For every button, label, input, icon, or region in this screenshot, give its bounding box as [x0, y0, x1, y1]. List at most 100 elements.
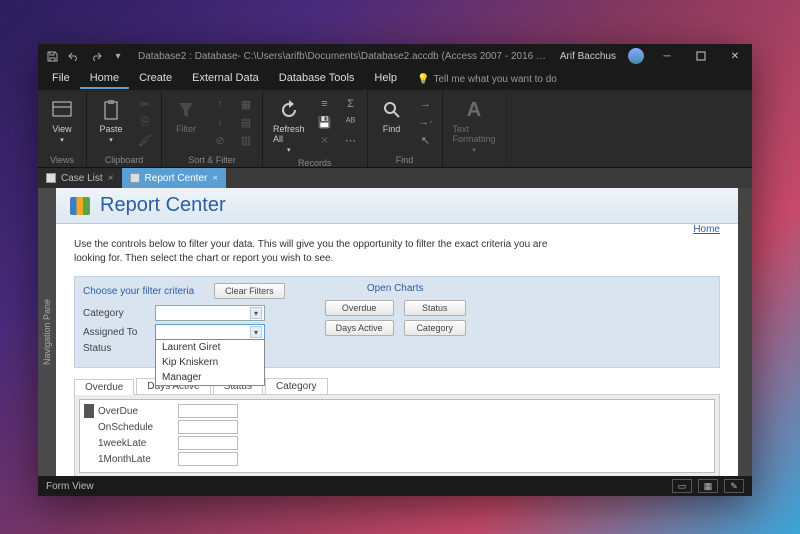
- assigned-to-combo[interactable]: ▾: [155, 324, 265, 340]
- dropdown-option[interactable]: Manager: [156, 370, 264, 385]
- chart-button-status[interactable]: Status: [404, 300, 466, 316]
- instructions-text: Use the controls below to filter your da…: [74, 238, 554, 266]
- remove-sort-icon[interactable]: ⊘: [210, 132, 230, 148]
- subform-record: OverDue OnSchedule 1weekLate 1MonthLate: [79, 399, 715, 473]
- replace-icon[interactable]: →: [416, 96, 436, 112]
- statusbar: Form View ▭ ▦ ✎: [38, 476, 752, 496]
- layout-view-icon[interactable]: ✎: [724, 479, 744, 493]
- criteria-heading: Choose your filter criteria: [83, 286, 194, 297]
- menu-home[interactable]: Home: [80, 69, 129, 89]
- lightbulb-icon: 💡: [417, 74, 429, 85]
- clipboard-icon: [99, 98, 123, 122]
- advanced-filter-icon[interactable]: ▤: [236, 114, 256, 130]
- field-value[interactable]: [178, 404, 238, 418]
- copy-icon[interactable]: ⎘: [135, 114, 155, 130]
- save-record-icon[interactable]: 💾: [315, 114, 335, 130]
- field-value[interactable]: [178, 420, 238, 434]
- status-label: Status: [83, 343, 155, 354]
- form-title: Report Center: [100, 194, 226, 217]
- filter-button[interactable]: Filter: [168, 96, 204, 136]
- minimize-button[interactable]: ─: [650, 44, 684, 68]
- subtab-category[interactable]: Category: [265, 378, 328, 394]
- refresh-all-button[interactable]: Refresh All▾: [269, 96, 309, 156]
- menu-database-tools[interactable]: Database Tools: [269, 69, 365, 89]
- more-records-icon[interactable]: ⋯: [341, 132, 361, 148]
- view-icon: [50, 98, 74, 122]
- app-window: ▾ Database2 : Database- C:\Users\arifb\D…: [38, 44, 752, 496]
- clear-filters-button[interactable]: Clear Filters: [214, 283, 285, 299]
- format-painter-icon[interactable]: 🖌: [135, 132, 155, 148]
- menubar: FileHomeCreateExternal DataDatabase Tool…: [38, 68, 752, 90]
- field-value[interactable]: [178, 452, 238, 466]
- close-button[interactable]: ✕: [718, 44, 752, 68]
- paste-button[interactable]: Paste▾: [93, 96, 129, 146]
- ribbon: View▾ Views Paste▾ ✂ ⎘ 🖌 Clipboard: [38, 90, 752, 168]
- find-button[interactable]: Find: [374, 96, 410, 136]
- tab-case-list[interactable]: Case List×: [38, 168, 122, 188]
- home-link[interactable]: Home: [693, 224, 720, 235]
- new-record-icon[interactable]: ≡: [315, 96, 335, 112]
- qat-dropdown-icon[interactable]: ▾: [112, 50, 124, 62]
- cut-icon[interactable]: ✂: [135, 96, 155, 112]
- form-icon: [46, 173, 56, 183]
- chart-button-overdue[interactable]: Overdue: [325, 300, 394, 316]
- select-icon[interactable]: ↖: [416, 132, 436, 148]
- tab-report-center[interactable]: Report Center×: [122, 168, 227, 188]
- dropdown-option[interactable]: Laurent Giret: [156, 340, 264, 355]
- user-name[interactable]: Arif Bacchus: [554, 51, 622, 62]
- sort-desc-icon[interactable]: ↓: [210, 114, 230, 130]
- dropdown-option[interactable]: Kip Kniskern: [156, 355, 264, 370]
- chart-button-days-active[interactable]: Days Active: [325, 320, 394, 336]
- subtab-overdue[interactable]: Overdue: [74, 379, 134, 395]
- form-bar-icon: [70, 197, 90, 215]
- refresh-icon: [277, 98, 301, 122]
- avatar[interactable]: [628, 48, 644, 64]
- menu-file[interactable]: File: [42, 69, 80, 89]
- menu-external-data[interactable]: External Data: [182, 69, 269, 89]
- text-format-icon: A: [462, 98, 486, 122]
- spelling-icon[interactable]: ᴬᴮ: [341, 114, 361, 130]
- field-label: OnSchedule: [98, 422, 178, 433]
- field-label: 1weekLate: [98, 438, 178, 449]
- form-icon: [130, 173, 140, 183]
- field-value[interactable]: [178, 436, 238, 450]
- undo-icon[interactable]: [68, 50, 80, 62]
- totals-icon[interactable]: Σ: [341, 96, 361, 112]
- save-icon[interactable]: [46, 50, 58, 62]
- category-label: Category: [83, 308, 155, 319]
- menu-help[interactable]: Help: [364, 69, 407, 89]
- toggle-filter-icon[interactable]: ▥: [236, 132, 256, 148]
- tell-me-search[interactable]: 💡 Tell me what you want to do: [407, 74, 567, 85]
- record-selector[interactable]: [84, 404, 94, 418]
- maximize-button[interactable]: [684, 44, 718, 68]
- open-charts-heading: Open Charts: [325, 283, 466, 294]
- goto-icon[interactable]: →·: [416, 114, 436, 130]
- menu-create[interactable]: Create: [129, 69, 182, 89]
- view-button[interactable]: View▾: [44, 96, 80, 146]
- ribbon-group-clipboard: Clipboard: [93, 153, 155, 167]
- status-text: Form View: [46, 481, 94, 492]
- form-view-icon[interactable]: ▭: [672, 479, 692, 493]
- redo-icon[interactable]: [90, 50, 102, 62]
- category-combo[interactable]: ▾: [155, 305, 265, 321]
- window-title: Database2 : Database- C:\Users\arifb\Doc…: [132, 51, 554, 62]
- assigned-to-dropdown: Laurent GiretKip KniskernManager: [155, 339, 265, 386]
- chart-button-category[interactable]: Category: [404, 320, 466, 336]
- search-icon: [380, 98, 404, 122]
- delete-record-icon[interactable]: ✕: [315, 132, 335, 148]
- field-label: 1MonthLate: [98, 454, 178, 465]
- close-icon[interactable]: ×: [212, 173, 218, 184]
- text-formatting-button[interactable]: A Text Formatting▾: [449, 96, 500, 156]
- ribbon-group-views: Views: [44, 153, 80, 167]
- ribbon-group-find: Find: [374, 153, 436, 167]
- chevron-down-icon: ▾: [250, 307, 262, 319]
- close-icon[interactable]: ×: [108, 173, 114, 184]
- sort-asc-icon[interactable]: ↑: [210, 96, 230, 112]
- form-area: Report Center Home Use the controls belo…: [56, 188, 738, 476]
- filter-icon: [174, 98, 198, 122]
- vertical-scrollbar[interactable]: [738, 188, 752, 476]
- datasheet-view-icon[interactable]: ▦: [698, 479, 718, 493]
- selection-filter-icon[interactable]: ▦: [236, 96, 256, 112]
- navigation-pane-toggle[interactable]: Navigation Pane: [38, 188, 56, 476]
- field-label: OverDue: [98, 406, 178, 417]
